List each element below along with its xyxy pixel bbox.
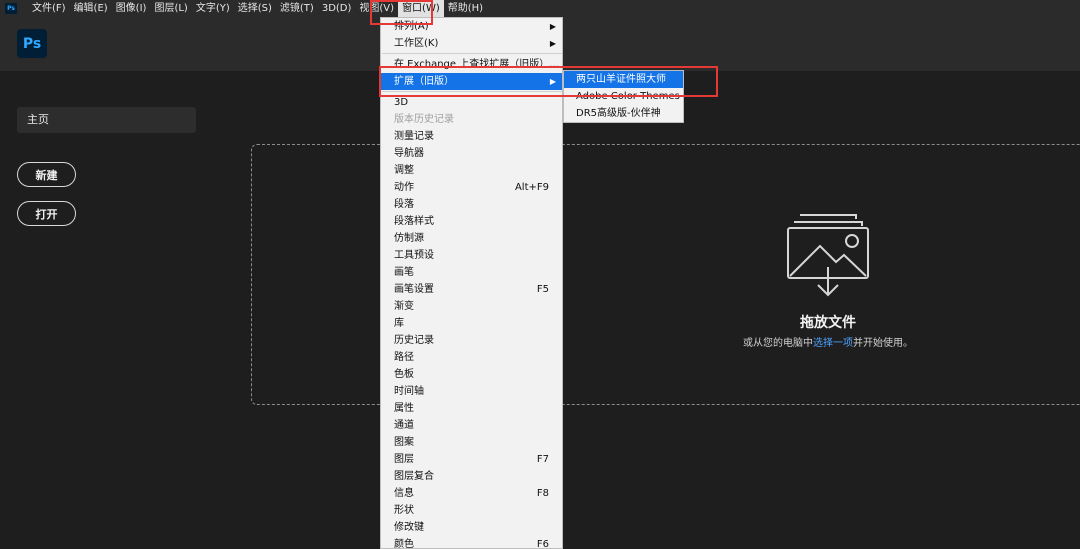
menu-item-label: 导航器 (394, 148, 424, 159)
menu-item-label: 仿制源 (394, 233, 424, 244)
menu-item-label: 历史记录 (394, 335, 434, 346)
window-menu-item[interactable]: 属性 (381, 400, 562, 417)
menu-item[interactable]: 选择(S) (234, 0, 276, 17)
menu-item-label: 图层复合 (394, 471, 434, 482)
menu-item-label: 图案 (394, 437, 414, 448)
menu-item-label: 版本历史记录 (394, 114, 454, 125)
menu-item-shortcut: Alt+F9 (514, 182, 549, 193)
menu-item[interactable]: 文字(Y) (192, 0, 234, 17)
window-menu-item[interactable]: 段落样式 (381, 213, 562, 230)
menu-item-label: 画笔 (394, 267, 414, 278)
window-menu-item[interactable]: 图层 F7 (381, 451, 562, 468)
menu-item[interactable]: 帮助(H) (444, 0, 487, 17)
sidebar-item-home[interactable]: 主页 (17, 107, 196, 133)
extension-menu-item[interactable]: DR5高级版-伙伴神 (564, 105, 683, 122)
annotation-highlight-extension (379, 66, 718, 97)
subtitle-text: 或从您的电脑中 (743, 338, 813, 349)
menu-item-label: 属性 (394, 403, 414, 414)
menu-item[interactable]: 编辑(E) (70, 0, 112, 17)
menu-item-label: 画笔设置 (394, 284, 434, 295)
subtitle-text: 并开始使用。 (853, 338, 913, 349)
window-menu-item[interactable]: 色板 (381, 366, 562, 383)
annotation-highlight-window-menu (370, 0, 433, 25)
window-menu-item[interactable]: 路径 (381, 349, 562, 366)
menu-item-label: 库 (394, 318, 404, 329)
menu-item-label: 时间轴 (394, 386, 424, 397)
window-menu-item[interactable]: 通道 (381, 417, 562, 434)
window-menu-item[interactable]: 工作区(K) ▶ (381, 35, 562, 52)
open-button[interactable]: 打开 (17, 201, 76, 226)
menu-item[interactable]: 滤镜(T) (276, 0, 318, 17)
window-menu-item[interactable]: 修改键 (381, 519, 562, 536)
menu-item-label: 段落 (394, 199, 414, 210)
menu-item-label: 形状 (394, 505, 414, 516)
menu-item-label: 动作 (394, 182, 414, 193)
window-menu-item[interactable]: 工具预设 (381, 247, 562, 264)
drop-files-title: 拖放文件 (800, 315, 856, 331)
menu-item-label: 图层 (394, 454, 414, 465)
menu-item-label: 测量记录 (394, 131, 434, 142)
menu-item-label: 调整 (394, 165, 414, 176)
window-menu-item[interactable]: 仿制源 (381, 230, 562, 247)
menu-item-shortcut: F7 (536, 454, 549, 465)
window-menu-item[interactable]: 形状 (381, 502, 562, 519)
menu-item-shortcut: F8 (536, 488, 549, 499)
menu-separator (382, 53, 562, 54)
window-menu-item[interactable]: 图层复合 (381, 468, 562, 485)
menu-item[interactable]: 3D(D) (318, 0, 356, 17)
menu-item[interactable]: 文件(F) (28, 0, 70, 17)
window-menu-item[interactable]: 渐变 (381, 298, 562, 315)
submenu-arrow-icon: ▶ (549, 39, 556, 48)
window-menu-item[interactable]: 画笔 (381, 264, 562, 281)
menu-item-label: 色板 (394, 369, 414, 380)
menu-item[interactable]: 图层(L) (150, 0, 191, 17)
window-menu-item[interactable]: 调整 (381, 162, 562, 179)
window-menu-item[interactable]: 导航器 (381, 145, 562, 162)
menu-item-label: 信息 (394, 488, 414, 499)
menu-item-label: 工具预设 (394, 250, 434, 261)
submenu-arrow-icon: ▶ (549, 22, 556, 31)
menu-item-label: 段落样式 (394, 216, 434, 227)
window-menu-item[interactable]: 测量记录 (381, 128, 562, 145)
menu-item[interactable]: 图像(I) (112, 0, 151, 17)
select-file-link[interactable]: 选择一项 (813, 338, 853, 349)
window-menu-item[interactable]: 信息 F8 (381, 485, 562, 502)
menu-item-label: 路径 (394, 352, 414, 363)
drop-files-subtitle: 或从您的电脑中选择一项并开始使用。 (720, 334, 936, 349)
window-menu-item[interactable]: 段落 (381, 196, 562, 213)
menu-item-label: 通道 (394, 420, 414, 431)
file-drop-zone[interactable] (251, 144, 1080, 405)
window-menu-item[interactable]: 画笔设置 F5 (381, 281, 562, 298)
photoshop-logo-icon[interactable]: Ps (17, 29, 47, 58)
menu-bar: Ps 文件(F) 编辑(E) 图像(I) 图层(L) 文字(Y) 选择(S) 滤镜(T) 3D… (0, 0, 1080, 17)
window-menu-item: 版本历史记录 (381, 111, 562, 128)
menu-item-label: 3D (394, 97, 409, 108)
window-menu-item[interactable]: 时间轴 (381, 383, 562, 400)
window-menu-item[interactable]: 图案 (381, 434, 562, 451)
new-button[interactable]: 新建 (17, 162, 76, 187)
menu-item-label: 颜色 (394, 539, 414, 549)
menu-item-shortcut: F5 (536, 284, 549, 295)
window-menu-item[interactable]: 动作 Alt+F9 (381, 179, 562, 196)
image-import-icon (787, 214, 869, 297)
window-menu-item[interactable]: 历史记录 (381, 332, 562, 349)
menu-item-shortcut: F6 (536, 539, 549, 549)
window-menu-item[interactable]: 颜色 F6 (381, 536, 562, 549)
menu-item-label: 工作区(K) (394, 38, 439, 49)
photoshop-app-icon[interactable]: Ps (5, 3, 17, 14)
menu-item-label: 修改键 (394, 522, 424, 533)
menu-item-label: 渐变 (394, 301, 414, 312)
window-menu-item[interactable]: 库 (381, 315, 562, 332)
